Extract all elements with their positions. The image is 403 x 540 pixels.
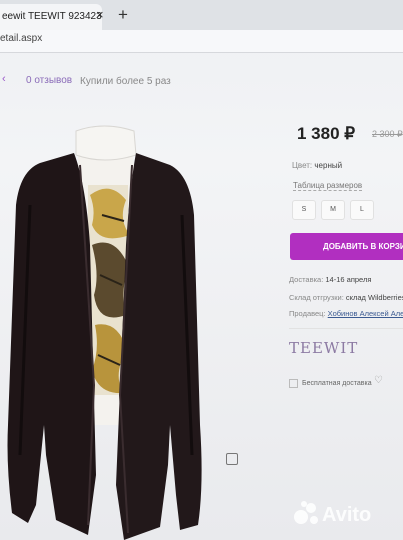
delivery-info: Доставка: 14-16 апреля <box>289 275 371 284</box>
delivery-checkbox-icon <box>289 379 298 388</box>
browser-tab[interactable]: eewit TEEWIT 9234238 ку <box>0 4 102 30</box>
product-page: ‹ 0 отзывов Купили более 5 раз 1 380 ₽ 2… <box>0 53 403 540</box>
url-text: etail.aspx <box>0 33 43 44</box>
heart-icon[interactable]: ♡ <box>374 375 383 386</box>
divider <box>289 328 403 329</box>
color-line: Цвет: черный <box>292 161 342 170</box>
tab-title: eewit TEEWIT 9234238 ку <box>2 11 102 22</box>
warehouse-value: склад Wildberries <box>345 293 403 302</box>
chevron-left-icon[interactable]: ‹ <box>2 73 6 85</box>
size-options: S M L <box>292 200 374 220</box>
free-delivery-label: Бесплатная доставка <box>302 380 372 387</box>
bought-count: Купили более 5 раз <box>80 76 171 87</box>
seller-label: Продавец: <box>289 309 326 318</box>
delivery-value: 14-16 апреля <box>325 275 372 284</box>
color-value: черный <box>314 161 343 170</box>
reviews-link[interactable]: 0 отзывов <box>26 75 72 86</box>
tab-bar: eewit TEEWIT 9234238 ку × + <box>0 0 403 31</box>
add-to-cart-button[interactable]: ДОБАВИТЬ В КОРЗИ <box>290 233 403 260</box>
size-button-l[interactable]: L <box>350 200 374 220</box>
watermark-text: Avito <box>322 504 371 526</box>
free-delivery-row: Бесплатная доставка <box>289 379 372 388</box>
new-tab-icon[interactable]: + <box>118 5 128 25</box>
warehouse-label: Склад отгрузки: <box>289 293 344 302</box>
close-icon[interactable]: × <box>96 7 104 22</box>
address-bar[interactable]: etail.aspx <box>0 30 403 53</box>
seller-info: Продавец: Хобинов Алексей Алексе <box>289 309 403 318</box>
old-price: 2 300 ₽ <box>372 129 403 139</box>
avito-watermark: Avito <box>294 501 371 526</box>
browser-window: eewit TEEWIT 9234238 ку × + etail.aspx ‹… <box>0 0 403 540</box>
delivery-label: Доставка: <box>289 275 324 284</box>
warehouse-info: Склад отгрузки: склад Wildberries <box>289 293 403 302</box>
zoom-icon[interactable] <box>226 453 238 465</box>
product-image[interactable] <box>0 125 230 540</box>
price: 1 380 ₽ <box>297 124 356 143</box>
color-label: Цвет: <box>292 161 313 170</box>
size-button-s[interactable]: S <box>292 200 316 220</box>
seller-link[interactable]: Хобинов Алексей Алексе <box>328 309 403 318</box>
brand-logo[interactable]: TEEWIT <box>289 339 358 357</box>
size-table-link[interactable]: Таблица размеров <box>293 181 363 191</box>
size-button-m[interactable]: M <box>321 200 345 220</box>
